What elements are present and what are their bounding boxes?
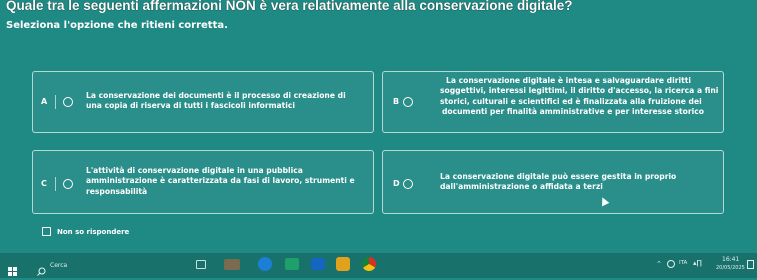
instruction-text: Seleziona l'opzione che ritieni corretta… (6, 20, 228, 31)
volume-icon[interactable]: ▴∏ (693, 259, 702, 267)
option-b-text: La conservazione digitale è intesa e sal… (440, 76, 719, 117)
dont-know-option[interactable]: Non so rispondere (42, 227, 129, 236)
option-a-text: La conservazione dei documenti è il proc… (86, 91, 346, 111)
question-title: Quale tra le seguenti affermazioni NON è… (6, 0, 573, 13)
app-thumbnail-icon[interactable] (224, 259, 240, 270)
option-d-radio[interactable] (403, 179, 413, 189)
option-d-text: La conservazione digitale può essere ges… (440, 172, 677, 192)
clock-time[interactable]: 16:41 (722, 256, 739, 263)
mail-icon[interactable] (311, 258, 325, 270)
option-b[interactable]: B La conservazione digitale è intesa e s… (382, 71, 724, 133)
option-c-separator (55, 177, 56, 191)
language-icon[interactable]: ITA (679, 260, 687, 266)
option-b-radio[interactable] (403, 97, 413, 107)
option-a-letter: A (41, 97, 48, 106)
windows-start-icon[interactable] (8, 261, 17, 276)
option-c-radio[interactable] (63, 179, 73, 189)
taskbar: Cerca ⌃ ITA ▴∏ 16:41 20/05/2025 (0, 253, 757, 278)
option-b-letter: B (393, 97, 400, 106)
option-c-text: L'attività di conservazione digitale in … (86, 166, 355, 196)
chrome-icon[interactable] (362, 257, 376, 271)
task-view-icon[interactable] (196, 260, 206, 269)
notification-icon[interactable] (747, 260, 754, 269)
option-a-separator (55, 95, 56, 109)
option-d[interactable]: D La conservazione digitale può essere g… (382, 150, 724, 214)
option-d-letter: D (393, 179, 400, 188)
dont-know-label: Non so rispondere (57, 227, 130, 236)
store-icon[interactable] (336, 257, 350, 271)
option-a-radio[interactable] (63, 97, 73, 107)
file-explorer-icon[interactable] (285, 258, 299, 270)
clock-date[interactable]: 20/05/2025 (716, 265, 745, 271)
edge-browser-icon[interactable] (258, 257, 272, 271)
dont-know-checkbox[interactable] (42, 227, 51, 236)
network-icon[interactable] (667, 260, 675, 268)
chevron-up-icon[interactable]: ⌃ (656, 260, 662, 268)
option-c[interactable]: C L'attività di conservazione digitale i… (32, 150, 374, 214)
search-icon[interactable] (37, 261, 46, 280)
taskbar-search-input[interactable]: Cerca (50, 262, 67, 269)
option-a[interactable]: A La conservazione dei documenti è il pr… (32, 71, 374, 133)
option-c-letter: C (41, 179, 47, 188)
